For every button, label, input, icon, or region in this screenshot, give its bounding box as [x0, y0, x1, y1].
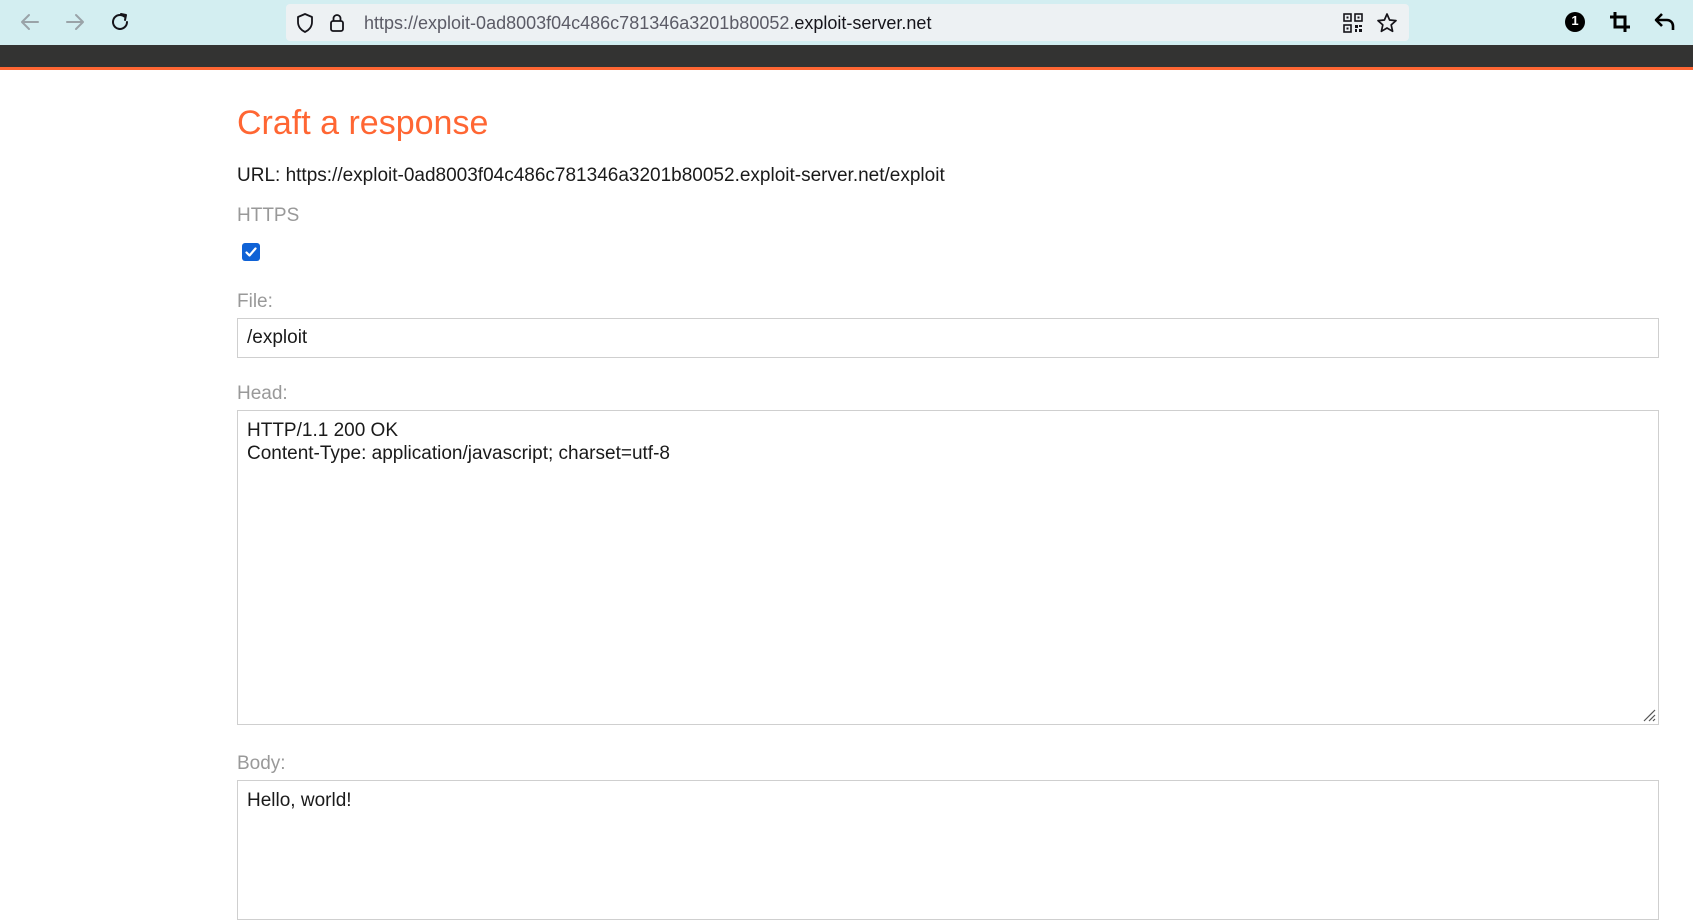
checkmark-icon [245, 247, 257, 257]
head-line: HTTP/1.1 200 OK [247, 420, 399, 441]
https-label: HTTPS [237, 205, 300, 226]
notification-count: 1 [1571, 13, 1579, 28]
extension-badge-button[interactable]: 1 [1562, 9, 1588, 35]
address-bar[interactable]: https://exploit-0ad8003f04c486c781346a32… [286, 4, 1409, 41]
forward-arrow-icon [66, 14, 84, 30]
body-value: Hello, world! [247, 790, 352, 811]
lock-icon[interactable] [326, 12, 348, 34]
head-textarea[interactable]: HTTP/1.1 200 OK Content-Type: applicatio… [237, 410, 1659, 725]
https-checkbox[interactable] [242, 243, 260, 261]
undo-icon [1654, 13, 1675, 30]
file-input-value: /exploit [247, 327, 308, 348]
header-accent-line [0, 67, 1693, 70]
qr-code-icon[interactable] [1342, 12, 1364, 34]
forward-button[interactable] [61, 8, 89, 36]
url-domain: exploit-server.net [794, 13, 932, 33]
body-textarea[interactable]: Hello, world! [237, 780, 1659, 920]
head-line: Content-Type: application/javascript; ch… [247, 443, 670, 464]
undo-button[interactable] [1652, 9, 1678, 35]
back-arrow-icon [21, 14, 39, 30]
head-label: Head: [237, 383, 288, 404]
back-button[interactable] [16, 8, 44, 36]
file-label: File: [237, 291, 273, 312]
shield-icon[interactable] [294, 12, 316, 34]
exploit-url: URL: https://exploit-0ad8003f04c486c7813… [237, 165, 945, 186]
page-title: Craft a response [237, 104, 489, 142]
url-prefix: https://exploit-0ad8003f04c486c781346a32… [364, 13, 795, 33]
reload-icon [112, 13, 128, 30]
reload-button[interactable] [106, 8, 134, 36]
crop-button[interactable] [1607, 9, 1633, 35]
crop-icon [1610, 12, 1630, 32]
url-text[interactable]: https://exploit-0ad8003f04c486c781346a32… [364, 13, 931, 34]
site-header [0, 45, 1693, 67]
resize-grip-icon[interactable] [1640, 706, 1656, 722]
star-icon[interactable] [1376, 12, 1398, 34]
body-label: Body: [237, 753, 286, 774]
browser-toolbar: https://exploit-0ad8003f04c486c781346a32… [0, 0, 1693, 45]
file-input[interactable]: /exploit [237, 318, 1659, 358]
